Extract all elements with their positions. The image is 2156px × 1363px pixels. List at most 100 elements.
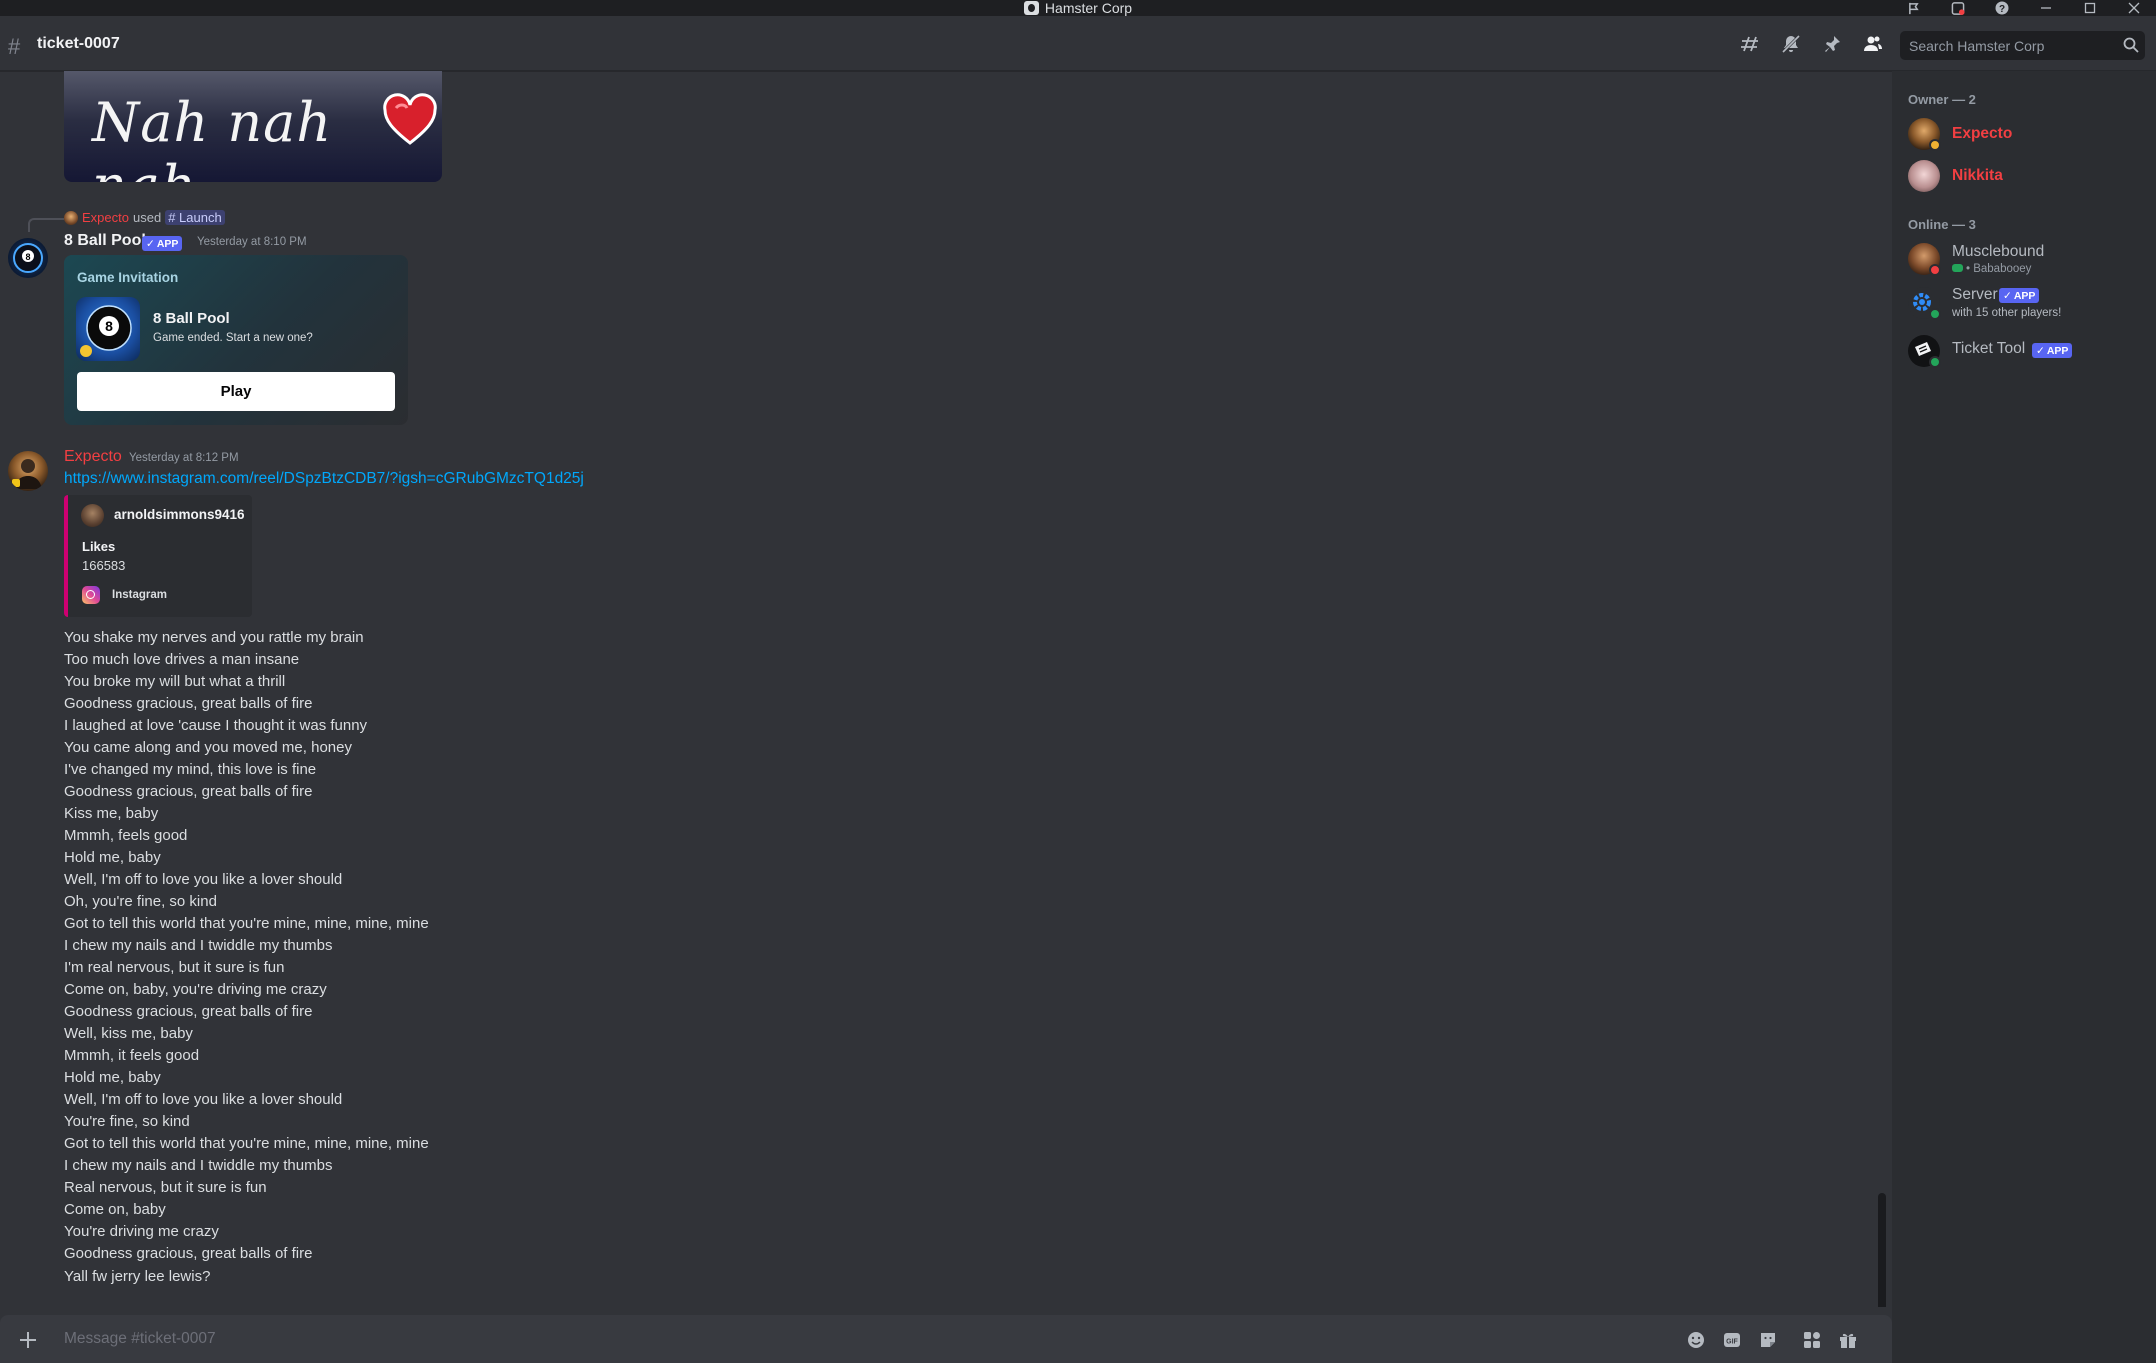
member-activity: • Bababooey [1952, 263, 2031, 275]
member-avatar [1908, 160, 1940, 192]
member-activity: with 15 other players! [1952, 307, 2062, 319]
attached-image[interactable]: Nah nah nah [64, 71, 442, 182]
message-timestamp[interactable]: Yesterday at 8:10 PM [197, 236, 307, 248]
search-input[interactable] [1900, 31, 2120, 60]
app-avatar[interactable]: 8 [8, 238, 48, 278]
window-title-group: Hamster Corp [0, 0, 2156, 16]
status-online-indicator [1929, 356, 1941, 368]
app-icon [1023, 1, 1039, 15]
app-badge-label: APP [156, 237, 179, 250]
instagram-icon [82, 586, 100, 604]
upload-plus-button[interactable] [16, 1328, 40, 1352]
close-icon[interactable] [2112, 0, 2156, 16]
reply-spine [28, 218, 64, 232]
check-icon: ✓ [2003, 289, 2012, 302]
status-dnd-indicator [1929, 264, 1941, 276]
member-item[interactable]: Expecto [1908, 113, 2148, 155]
member-item[interactable]: Musclebound • Bababooey [1908, 238, 2148, 280]
game-card-header: Game Invitation [77, 270, 179, 285]
game-status: Game ended. Start a new one? [153, 332, 313, 344]
lyric-line: Kiss me, baby [64, 805, 159, 822]
embed-field-value: 166583 [82, 558, 126, 573]
app-badge-label: APP [2013, 289, 2036, 302]
command-context[interactable]: Expecto used # Launch [64, 210, 225, 225]
svg-text:GIF: GIF [1726, 1339, 1738, 1346]
lyric-line: Come on, baby, you're driving me crazy [64, 981, 327, 998]
play-button[interactable]: Play [77, 372, 395, 411]
lyric-line: Goodness gracious, great balls of fire [64, 1245, 313, 1262]
title-bar: Hamster Corp ? [0, 0, 2156, 16]
member-name: Ticket Tool [1952, 340, 2026, 357]
heart-icon [383, 93, 437, 145]
embed-footer-text: Instagram [112, 589, 167, 601]
check-icon: ✓ [2036, 344, 2045, 357]
gif-icon[interactable]: GIF [1720, 1328, 1744, 1352]
member-list-icon[interactable] [1859, 30, 1887, 58]
apps-icon[interactable] [1800, 1328, 1824, 1352]
lyric-line: You broke my will but what a thrill [64, 673, 286, 690]
lyric-line: I've changed my mind, this love is fine [64, 761, 317, 778]
search-icon[interactable] [2123, 37, 2139, 58]
slash-command-pill[interactable]: # Launch [165, 210, 225, 225]
minimize-icon[interactable] [2024, 0, 2068, 16]
reply-avatar [64, 210, 78, 225]
lyric-line: I'm real nervous, but it sure is fun [64, 959, 285, 976]
svg-text:8: 8 [25, 252, 30, 262]
app-author-name[interactable]: 8 Ball Pool [64, 232, 146, 250]
lyric-line: You're fine, so kind [64, 1113, 190, 1130]
member-item[interactable]: Nikkita [1908, 155, 2148, 197]
link-embed: arnoldsimmons9416 Likes 166583 Instagram [64, 495, 252, 617]
lyric-line: You're driving me crazy [64, 1223, 219, 1240]
lyric-line: Hold me, baby [64, 1069, 161, 1086]
game-icon: 8 [76, 297, 140, 361]
title-bar-controls: ? [1892, 0, 2156, 16]
channel-header: # ticket-0007 [0, 16, 2156, 71]
emoji-icon[interactable] [1684, 1328, 1708, 1352]
notification-muted-bell-icon[interactable] [1777, 30, 1805, 58]
sticker-icon[interactable] [1756, 1328, 1780, 1352]
game-controller-icon [1952, 264, 1963, 272]
message-content-lyrics: You shake my nerves and you rattle my br… [64, 627, 429, 1265]
header-toolbar [1736, 30, 1887, 58]
message-author-name[interactable]: Expecto [64, 448, 122, 466]
eight-ball-icon: 8 [13, 243, 43, 273]
reply-used-text: used [132, 210, 162, 225]
inbox-icon[interactable] [1936, 0, 1980, 16]
threads-icon[interactable] [1736, 30, 1764, 58]
message-list[interactable]: Nah nah nah Expecto used # Launch 8 8 Ba… [0, 71, 1892, 1307]
message-composer: GIF [0, 1315, 1892, 1363]
game-invitation-card: Game Invitation 8 8 Ball Pool Game ended… [64, 255, 408, 425]
embed-author-name[interactable]: arnoldsimmons9416 [114, 507, 245, 522]
member-list: Owner — 2 Expecto Nikkita Online — 3 Mus… [1892, 71, 2156, 1363]
member-name: Nikkita [1952, 167, 2003, 184]
app-badge: ✓ APP [1999, 288, 2040, 303]
lyric-line: Real nervous, but it sure is fun [64, 1179, 267, 1196]
lyric-line: Well, kiss me, baby [64, 1025, 193, 1042]
window-title: Hamster Corp [1044, 0, 1133, 16]
message-content: Yall fw jerry lee lewis? [64, 1268, 211, 1285]
inbox-flag-icon[interactable] [1892, 0, 1936, 16]
member-name: Expecto [1952, 125, 2013, 142]
message-input[interactable] [64, 1323, 1644, 1355]
lyric-line: I laughed at love 'cause I thought it wa… [64, 717, 368, 734]
scrollbar-thumb[interactable] [1878, 1193, 1886, 1307]
maximize-icon[interactable] [2068, 0, 2112, 16]
lyric-line: Hold me, baby [64, 849, 161, 866]
user-avatar[interactable] [8, 451, 48, 491]
instagram-link[interactable]: https://www.instagram.com/reel/DSpzBtzCD… [64, 470, 584, 488]
reply-username[interactable]: Expecto [82, 210, 129, 225]
member-group-header-online: Online — 3 [1908, 217, 1976, 232]
lyric-line: Mmmh, feels good [64, 827, 188, 844]
lyric-line: Mmmh, it feels good [64, 1047, 200, 1064]
help-icon[interactable]: ? [1980, 0, 2024, 16]
member-name: Server [1952, 286, 1998, 303]
search-box [1900, 31, 2145, 60]
gift-icon[interactable] [1836, 1328, 1860, 1352]
member-item[interactable]: Ticket Tool ✓ APP [1908, 330, 2148, 372]
status-online-indicator [1929, 308, 1941, 320]
embed-field-name: Likes [82, 539, 116, 554]
member-item[interactable]: Server ✓ APP with 15 other players! [1908, 282, 2148, 324]
message-timestamp[interactable]: Yesterday at 8:12 PM [129, 452, 239, 464]
lyric-line: Well, I'm off to love you like a lover s… [64, 871, 343, 888]
pinned-messages-icon[interactable] [1818, 30, 1846, 58]
